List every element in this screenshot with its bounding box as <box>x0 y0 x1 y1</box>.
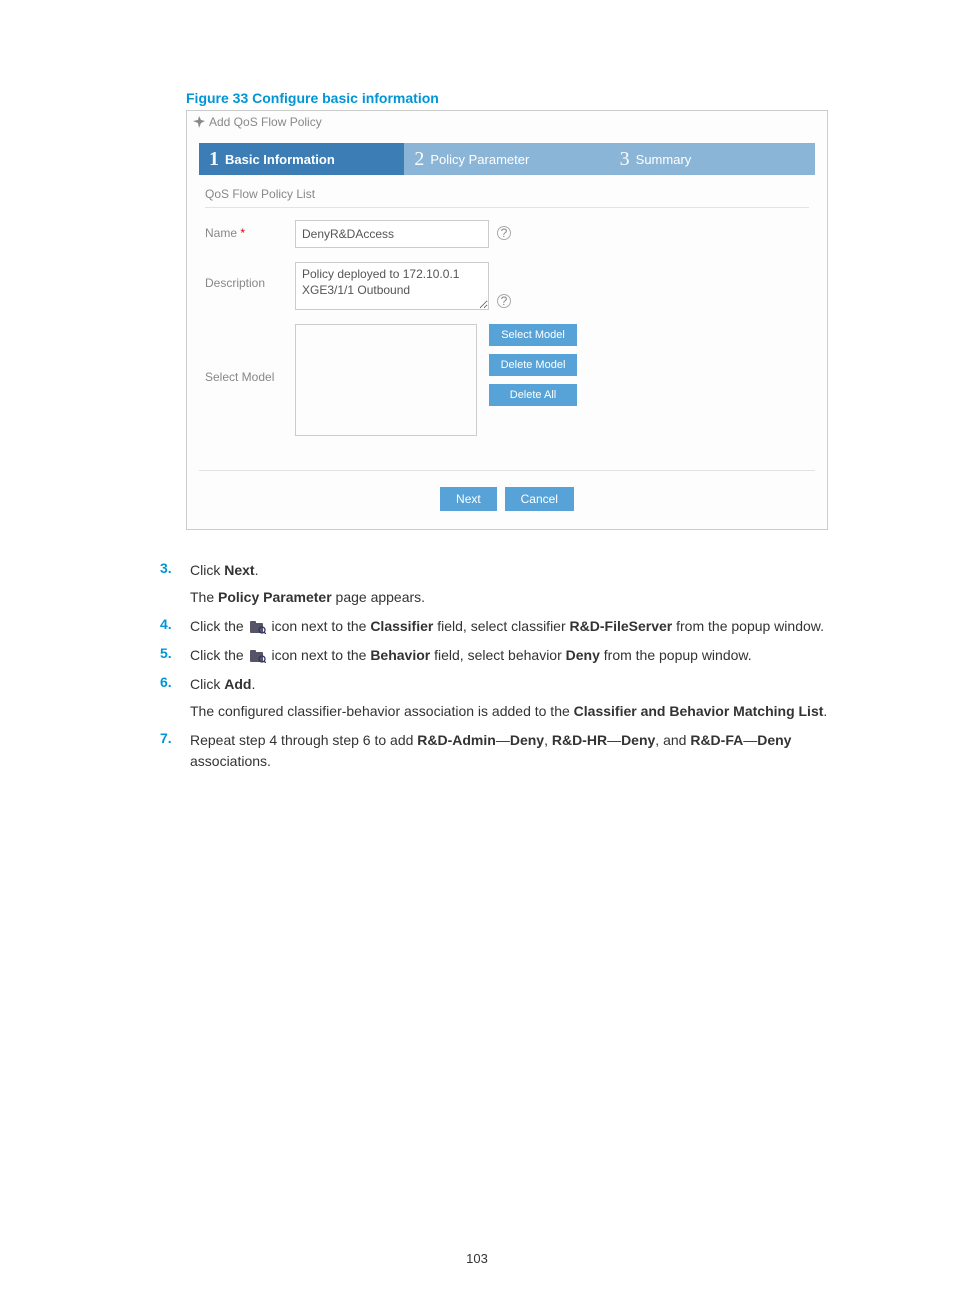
text: — <box>607 732 621 748</box>
cancel-button[interactable]: Cancel <box>505 487 574 511</box>
step-number: 5. <box>160 645 190 661</box>
text-bold: R&D-FileServer <box>570 618 673 634</box>
panel-header: Add QoS Flow Policy <box>187 111 827 133</box>
text-bold: Classifier <box>370 618 433 634</box>
text: from the popup window. <box>672 618 824 634</box>
text: Click the <box>190 647 248 663</box>
app-panel: Add QoS Flow Policy 1 Basic Information … <box>186 110 828 530</box>
text: — <box>743 732 757 748</box>
delete-all-button[interactable]: Delete All <box>489 384 577 406</box>
tab-basic-information[interactable]: 1 Basic Information <box>199 143 404 175</box>
step-5: 5. Click the icon next to the Behavior f… <box>160 645 860 666</box>
step-number: 6. <box>160 674 190 690</box>
help-icon[interactable]: ? <box>497 294 511 308</box>
text: Click the <box>190 618 248 634</box>
name-label-text: Name <box>205 226 237 240</box>
page-number: 103 <box>0 1251 954 1266</box>
text-bold: R&D-HR <box>552 732 607 748</box>
description-input[interactable]: Policy deployed to 172.10.0.1 XGE3/1/1 O… <box>295 262 489 310</box>
tab-label: Basic Information <box>225 152 335 167</box>
panel-title: Add QoS Flow Policy <box>209 115 322 129</box>
name-input[interactable] <box>295 220 489 248</box>
step-number: 4. <box>160 616 190 632</box>
tab-number: 2 <box>414 149 424 169</box>
step-7: 7. Repeat step 4 through step 6 to add R… <box>160 730 860 772</box>
tab-number: 3 <box>620 149 630 169</box>
tab-number: 1 <box>209 149 219 169</box>
step-3: 3. Click Next. The Policy Parameter page… <box>160 560 860 608</box>
text: field, select classifier <box>433 618 569 634</box>
text: Repeat step 4 through step 6 to add <box>190 732 417 748</box>
text-bold: R&D-FA <box>690 732 743 748</box>
wizard-tabs: 1 Basic Information 2 Policy Parameter 3… <box>199 143 815 175</box>
row-name: Name * ? <box>205 220 809 248</box>
name-label: Name * <box>205 220 295 240</box>
model-button-group: Select Model Delete Model Delete All <box>489 324 577 406</box>
text: . <box>823 703 827 719</box>
text: page appears. <box>332 589 425 605</box>
text-bold: Next <box>224 562 254 578</box>
text-bold: Deny <box>757 732 791 748</box>
tab-label: Policy Parameter <box>430 152 529 167</box>
text: . <box>251 676 255 692</box>
text: , and <box>655 732 690 748</box>
folder-search-icon <box>250 650 266 663</box>
text-bold: Deny <box>510 732 544 748</box>
form-area: Name * ? Description Policy deployed to … <box>187 208 827 470</box>
tab-label: Summary <box>636 152 692 167</box>
select-model-label: Select Model <box>205 324 295 384</box>
text: Click <box>190 676 224 692</box>
text: The configured classifier-behavior assoc… <box>190 703 574 719</box>
delete-model-button[interactable]: Delete Model <box>489 354 577 376</box>
text: icon next to the <box>268 647 371 663</box>
text: — <box>496 732 510 748</box>
step-sub: The configured classifier-behavior assoc… <box>190 701 827 722</box>
footer-buttons: Next Cancel <box>187 471 827 529</box>
text-bold: R&D-Admin <box>417 732 496 748</box>
step-6: 6. Click Add. The configured classifier-… <box>160 674 860 722</box>
select-model-button[interactable]: Select Model <box>489 324 577 346</box>
help-icon[interactable]: ? <box>497 226 511 240</box>
text-bold: Deny <box>621 732 655 748</box>
required-mark: * <box>240 226 245 240</box>
step-number: 7. <box>160 730 190 746</box>
figure-caption: Figure 33 Configure basic information <box>186 90 854 106</box>
text-bold: Policy Parameter <box>218 589 332 605</box>
row-select-model: Select Model Select Model Delete Model D… <box>205 324 809 436</box>
step-4: 4. Click the icon next to the Classifier… <box>160 616 860 637</box>
step-sub: The Policy Parameter page appears. <box>190 587 425 608</box>
text-bold: Behavior <box>370 647 430 663</box>
tab-policy-parameter[interactable]: 2 Policy Parameter <box>404 143 609 175</box>
text: associations. <box>190 753 271 769</box>
text-bold: Add <box>224 676 251 692</box>
step-body: Repeat step 4 through step 6 to add R&D-… <box>190 730 860 772</box>
folder-search-icon <box>250 621 266 634</box>
tab-summary[interactable]: 3 Summary <box>610 143 815 175</box>
text: The <box>190 589 218 605</box>
instructions: 3. Click Next. The Policy Parameter page… <box>160 560 860 772</box>
row-description: Description Policy deployed to 172.10.0.… <box>205 262 809 310</box>
description-label: Description <box>205 262 295 290</box>
text: Click <box>190 562 224 578</box>
model-listbox[interactable] <box>295 324 477 436</box>
text: . <box>255 562 259 578</box>
text: , <box>544 732 552 748</box>
text-bold: Classifier and Behavior Matching List <box>574 703 824 719</box>
step-body: Click Next. The Policy Parameter page ap… <box>190 560 425 608</box>
subheader: QoS Flow Policy List <box>205 187 809 208</box>
text-bold: Deny <box>566 647 600 663</box>
pin-icon <box>193 116 205 128</box>
text: icon next to the <box>268 618 371 634</box>
text: from the popup window. <box>600 647 752 663</box>
step-body: Click Add. The configured classifier-beh… <box>190 674 827 722</box>
step-number: 3. <box>160 560 190 576</box>
step-body: Click the icon next to the Behavior fiel… <box>190 645 752 666</box>
step-body: Click the icon next to the Classifier fi… <box>190 616 824 637</box>
next-button[interactable]: Next <box>440 487 497 511</box>
text: field, select behavior <box>430 647 565 663</box>
